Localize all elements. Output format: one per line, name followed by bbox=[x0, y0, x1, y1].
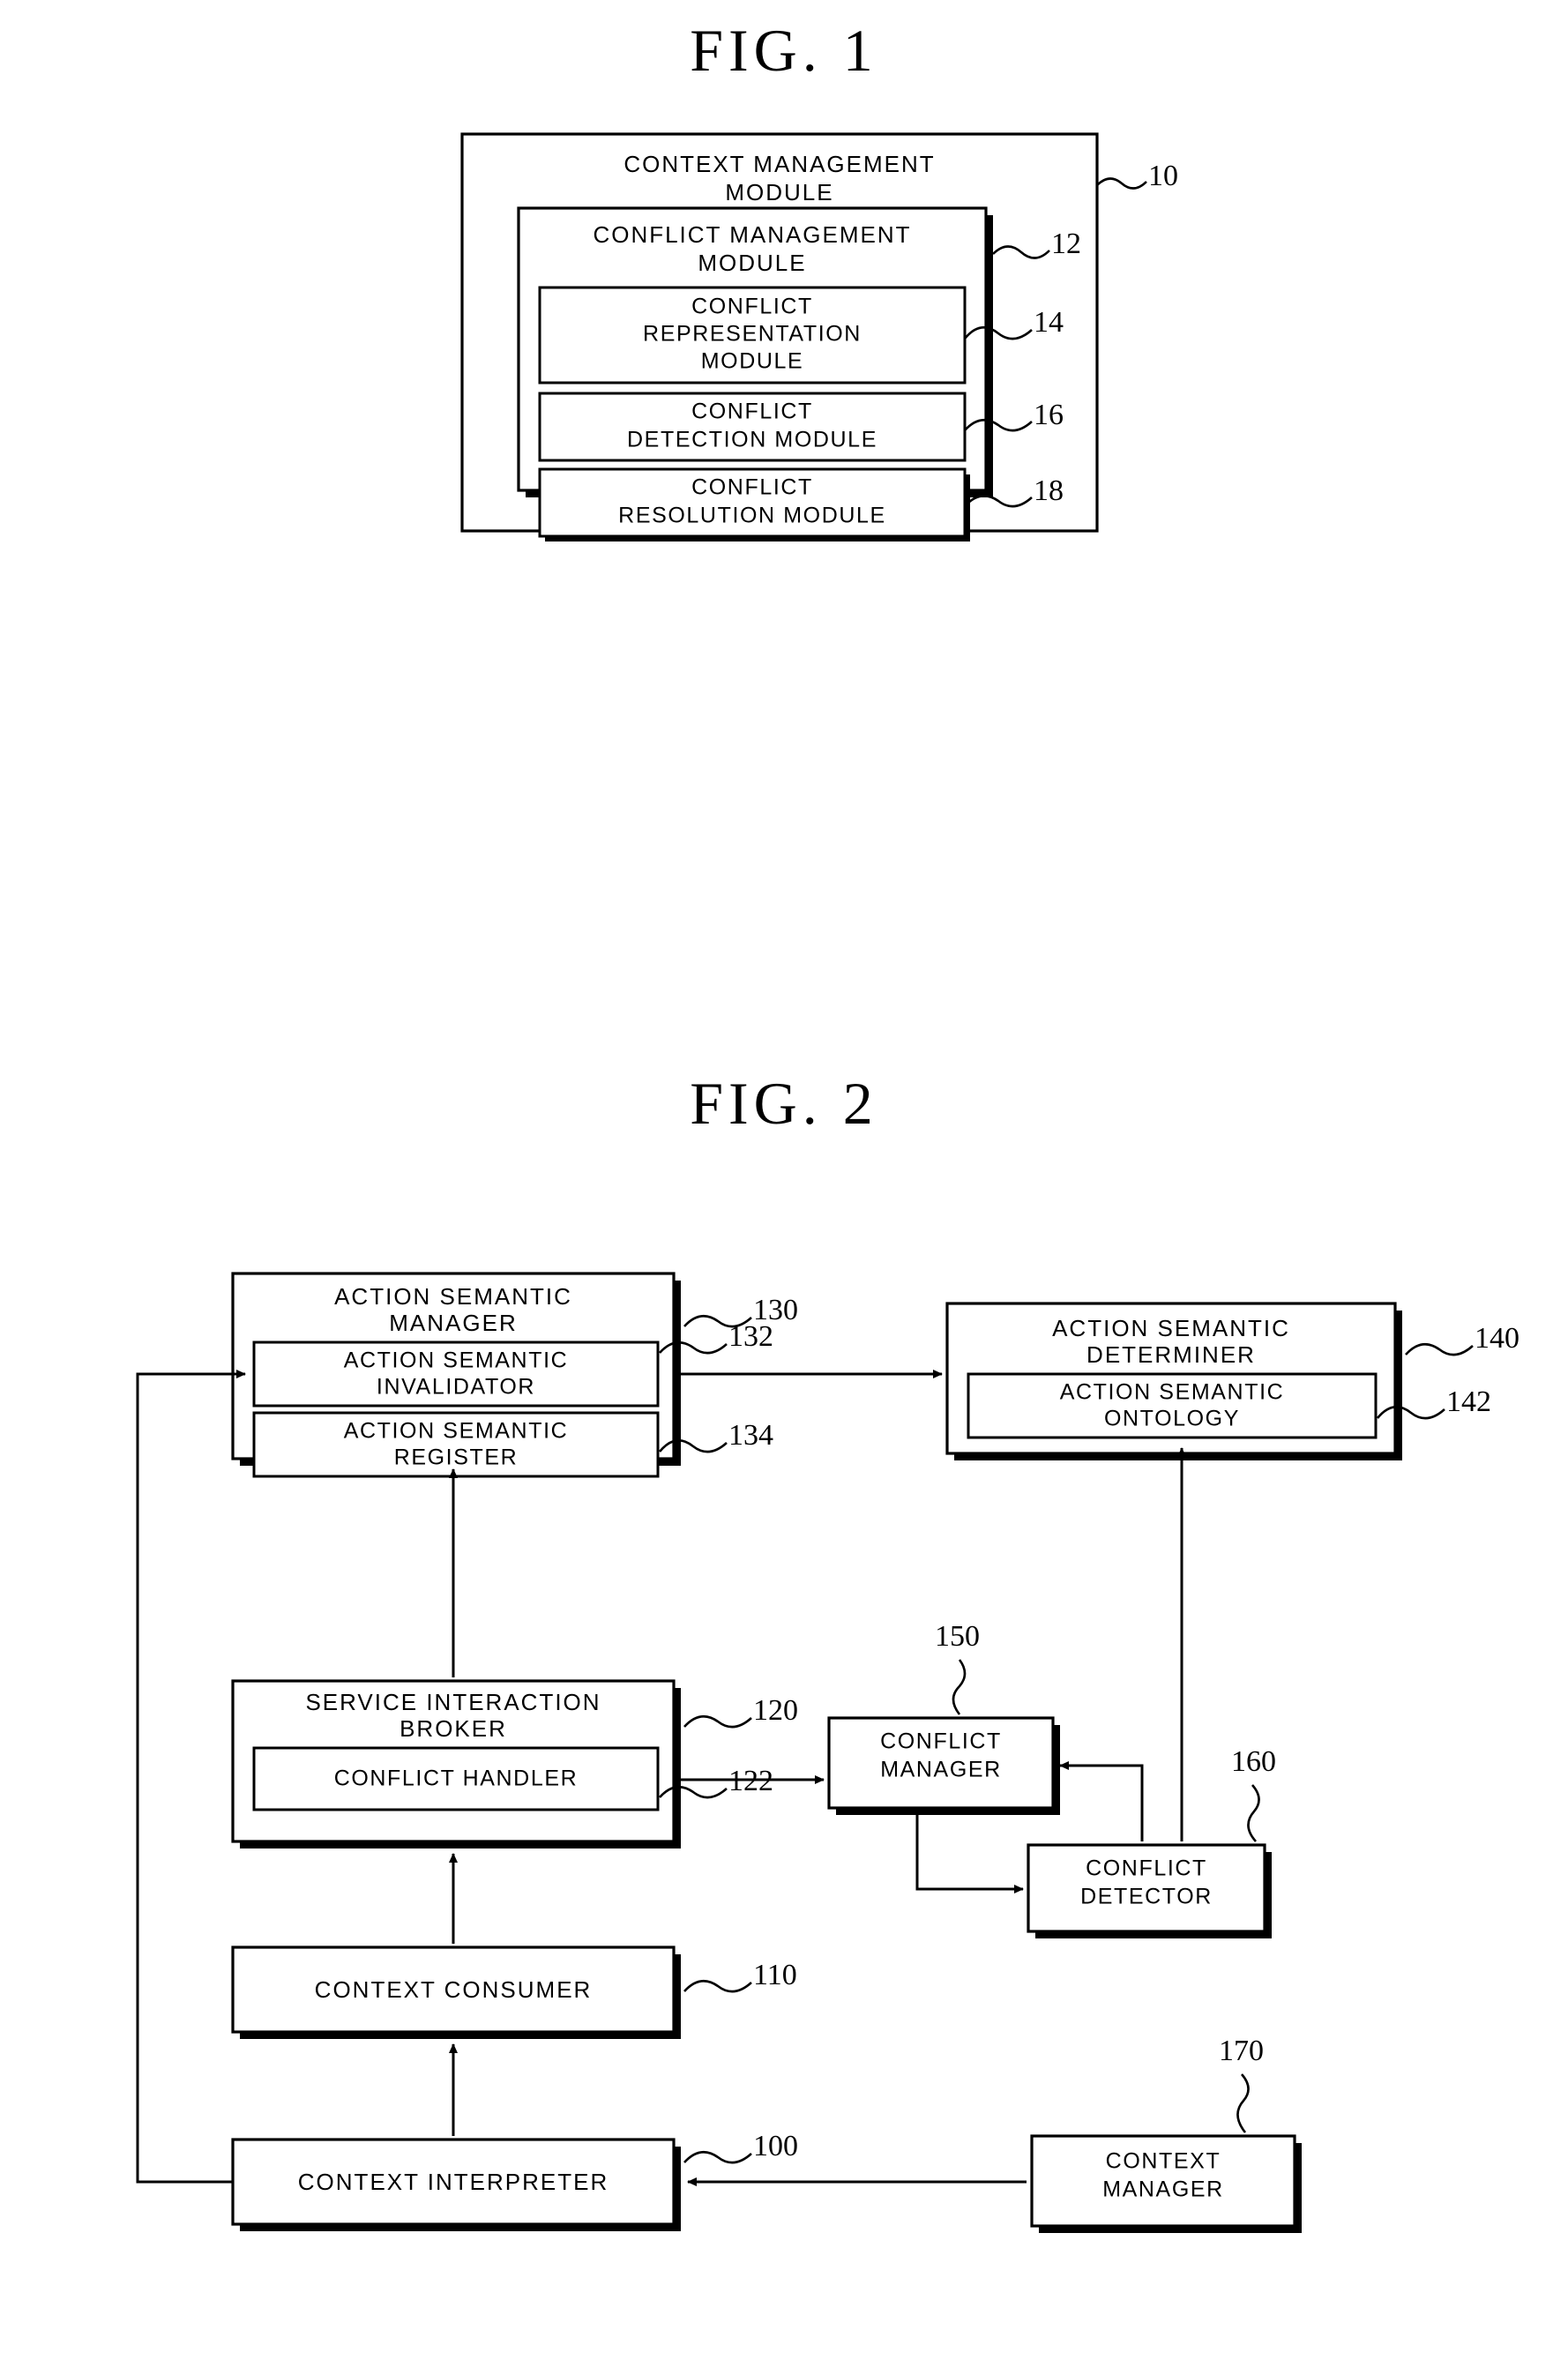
reference-number-100: 100 bbox=[753, 2130, 798, 2162]
reference-number-160: 160 bbox=[1231, 1745, 1276, 1778]
reference-number-132: 132 bbox=[728, 1320, 773, 1353]
reference-number-122: 122 bbox=[728, 1765, 773, 1797]
reference-number-120: 120 bbox=[753, 1694, 798, 1727]
action-semantic-ontology-label-line1: ACTION SEMANTIC bbox=[1060, 1380, 1285, 1405]
service-interaction-broker-label-line2: BROKER bbox=[399, 1715, 507, 1742]
action-semantic-register-label-line1: ACTION SEMANTIC bbox=[344, 1419, 569, 1444]
reference-number-150: 150 bbox=[935, 1620, 980, 1653]
conflict-detector-label-line2: DETECTOR bbox=[1080, 1885, 1213, 1909]
context-manager-label-line2: MANAGER bbox=[1102, 2177, 1224, 2202]
action-semantic-register-label-line2: REGISTER bbox=[394, 1445, 519, 1470]
context-consumer-label: CONTEXT CONSUMER bbox=[315, 1976, 593, 2003]
action-semantic-manager-label-line2: MANAGER bbox=[389, 1310, 517, 1336]
conflict-manager-label-line2: MANAGER bbox=[880, 1758, 1002, 1782]
conflict-representation-label-line2: REPRESENTATION bbox=[643, 322, 862, 347]
reference-number-110: 110 bbox=[753, 1959, 797, 1991]
action-semantic-ontology-box: ACTION SEMANTIC ONTOLOGY bbox=[967, 1372, 1378, 1439]
conflict-resolution-label-line2: RESOLUTION MODULE bbox=[618, 504, 886, 528]
conflict-detector-box: CONFLICT DETECTOR bbox=[1027, 1843, 1272, 1938]
context-management-module-label-line2: MODULE bbox=[725, 179, 833, 205]
conflict-handler-label: CONFLICT HANDLER bbox=[334, 1766, 579, 1791]
conflict-detection-label-line2: DETECTION MODULE bbox=[627, 428, 877, 452]
reference-number-134: 134 bbox=[728, 1419, 773, 1452]
reference-leader-170: 170 bbox=[1219, 2035, 1264, 2133]
action-semantic-invalidator-label-line2: INVALIDATOR bbox=[377, 1375, 535, 1400]
conflict-management-module-label-line2: MODULE bbox=[698, 250, 806, 276]
reference-number-10: 10 bbox=[1148, 160, 1178, 192]
connector-detector-to-conflict-manager bbox=[1059, 1761, 1144, 1841]
action-semantic-manager-label-line1: ACTION SEMANTIC bbox=[334, 1283, 572, 1310]
reference-number-140: 140 bbox=[1475, 1322, 1519, 1355]
reference-leader-160: 160 bbox=[1231, 1745, 1276, 1842]
patent-figures-page: FIG. 1 CONTEXT MANAGEMENT MODULE CONFLIC… bbox=[0, 0, 1568, 2360]
figure-2-diagram: ACTION SEMANTIC MANAGER ACTION SEMANTIC … bbox=[136, 1272, 1519, 2233]
conflict-resolution-module-box: CONFLICT RESOLUTION MODULE bbox=[538, 467, 970, 541]
connector-interpreter-feedback-bus bbox=[136, 1370, 246, 2184]
reference-leader-150: 150 bbox=[935, 1620, 980, 1715]
action-semantic-invalidator-label-line1: ACTION SEMANTIC bbox=[344, 1348, 569, 1373]
context-manager-label-line1: CONTEXT bbox=[1106, 2149, 1221, 2174]
reference-number-142: 142 bbox=[1446, 1385, 1491, 1418]
conflict-representation-label-line1: CONFLICT bbox=[691, 295, 813, 319]
reference-leader-140: 140 bbox=[1405, 1322, 1519, 1356]
conflict-detector-label-line1: CONFLICT bbox=[1086, 1856, 1207, 1881]
conflict-handler-box: CONFLICT HANDLER bbox=[252, 1746, 660, 1811]
action-semantic-determiner-label-line1: ACTION SEMANTIC bbox=[1052, 1315, 1290, 1341]
service-interaction-broker-label-line1: SERVICE INTERACTION bbox=[305, 1689, 601, 1715]
conflict-detection-label-line1: CONFLICT bbox=[691, 400, 813, 424]
reference-number-18: 18 bbox=[1034, 474, 1064, 507]
conflict-management-module-label-line1: CONFLICT MANAGEMENT bbox=[593, 221, 911, 248]
reference-number-14: 14 bbox=[1034, 306, 1064, 339]
reference-number-170: 170 bbox=[1219, 2035, 1264, 2067]
reference-leader-120: 120 bbox=[683, 1694, 798, 1729]
context-manager-box: CONTEXT MANAGER bbox=[1030, 2134, 1302, 2233]
context-management-module-label-line1: CONTEXT MANAGEMENT bbox=[623, 151, 935, 177]
figure-1-title: FIG. 1 bbox=[690, 17, 878, 84]
reference-number-16: 16 bbox=[1034, 399, 1064, 431]
figure-2-title: FIG. 2 bbox=[690, 1070, 878, 1137]
reference-leader-110: 110 bbox=[683, 1959, 797, 1993]
context-interpreter-label: CONTEXT INTERPRETER bbox=[298, 2169, 609, 2195]
conflict-manager-label-line1: CONFLICT bbox=[880, 1729, 1002, 1754]
conflict-manager-box: CONFLICT MANAGER bbox=[827, 1716, 1060, 1815]
reference-number-12: 12 bbox=[1051, 228, 1081, 260]
conflict-detection-module-box: CONFLICT DETECTION MODULE bbox=[538, 392, 967, 462]
conflict-representation-label-line3: MODULE bbox=[701, 349, 804, 374]
action-semantic-determiner-label-line2: DETERMINER bbox=[1086, 1341, 1256, 1368]
reference-leader-10: 10 bbox=[1096, 160, 1178, 192]
action-semantic-ontology-label-line2: ONTOLOGY bbox=[1104, 1407, 1240, 1431]
reference-leader-100: 100 bbox=[683, 2130, 798, 2164]
context-consumer-box: CONTEXT CONSUMER bbox=[231, 1946, 681, 2039]
action-semantic-register-box: ACTION SEMANTIC REGISTER bbox=[252, 1411, 660, 1478]
figure-1-diagram: CONTEXT MANAGEMENT MODULE CONFLICT MANAG… bbox=[460, 132, 1178, 541]
conflict-representation-module-box: CONFLICT REPRESENTATION MODULE bbox=[538, 286, 967, 385]
action-semantic-invalidator-box: ACTION SEMANTIC INVALIDATOR bbox=[252, 1341, 660, 1408]
conflict-resolution-label-line1: CONFLICT bbox=[691, 475, 813, 500]
context-interpreter-box: CONTEXT INTERPRETER bbox=[231, 2138, 681, 2231]
connector-conflict-manager-to-detector bbox=[915, 1811, 1024, 1893]
